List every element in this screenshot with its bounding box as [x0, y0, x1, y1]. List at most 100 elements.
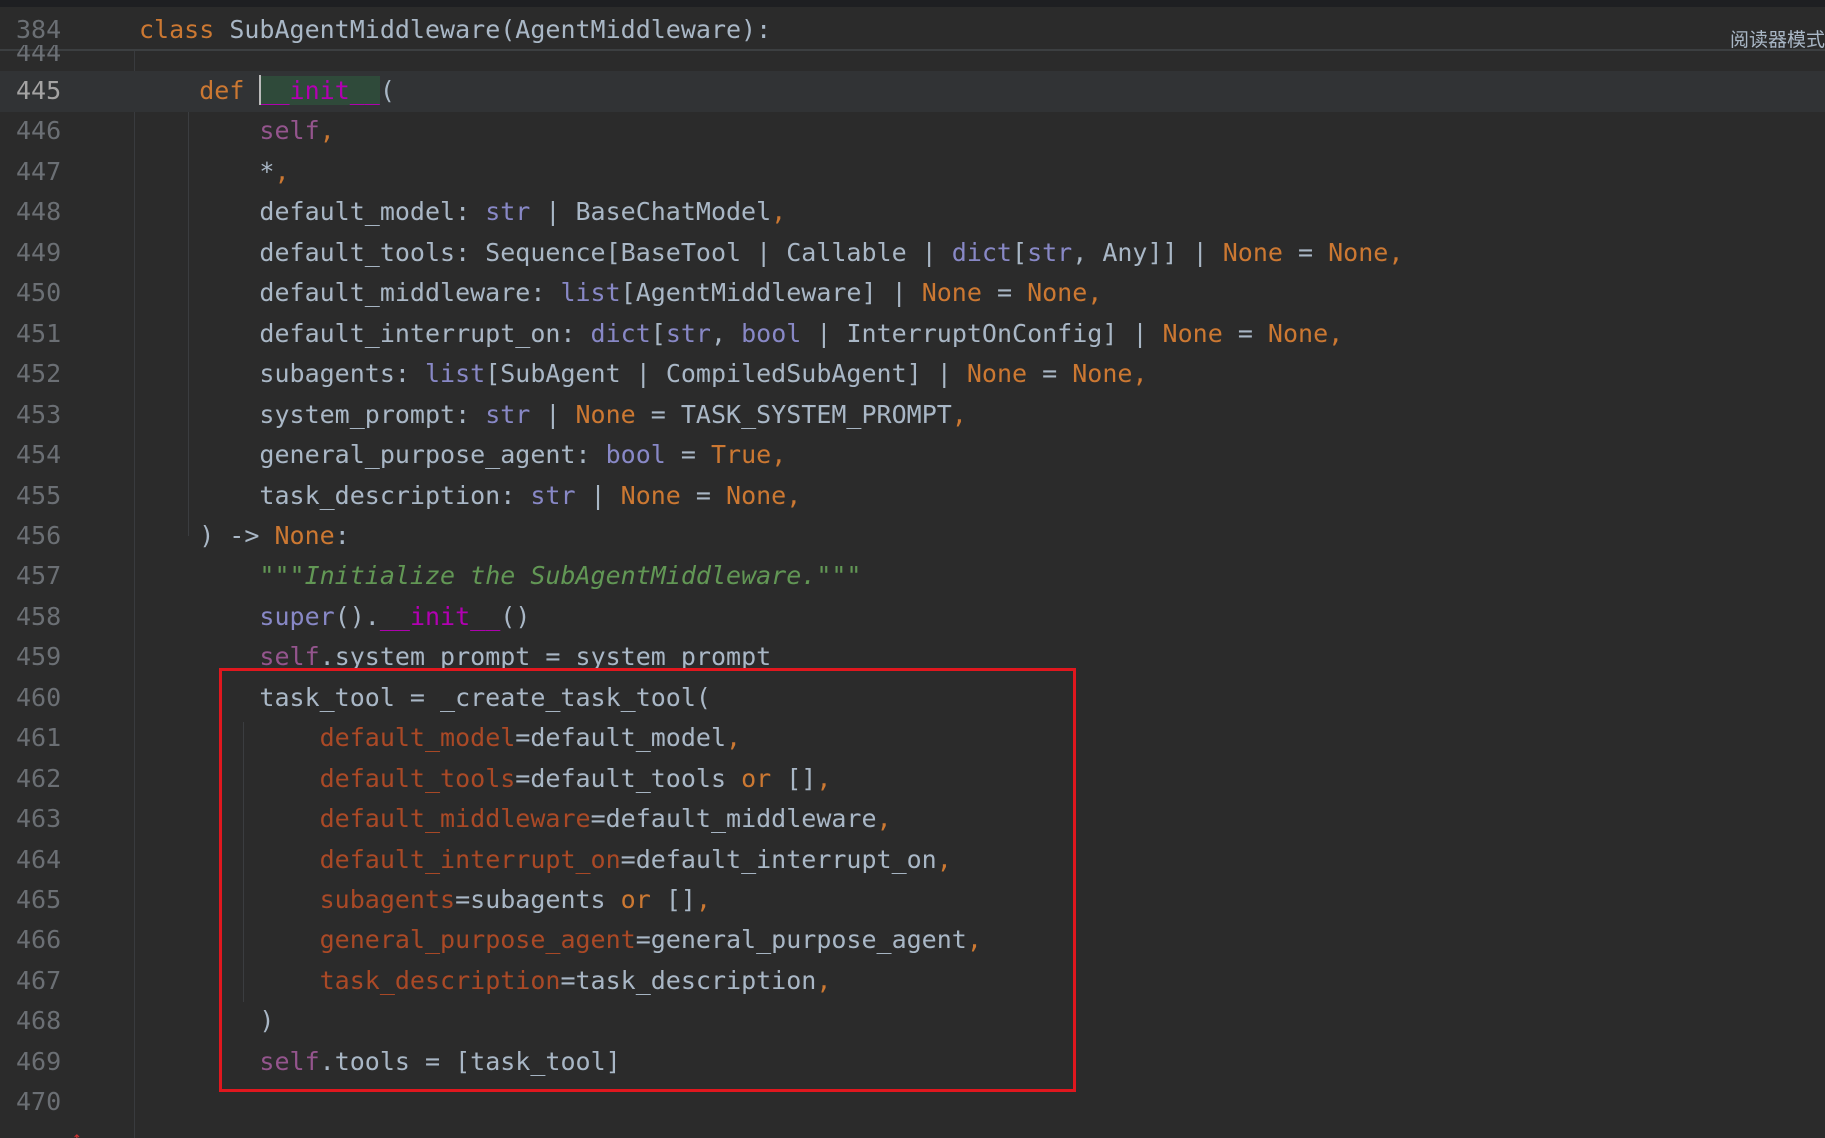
code-line[interactable]: 466 general_purpose_agent=general_purpos…: [0, 920, 1825, 961]
line-code[interactable]: subagents=subagents or [],: [139, 880, 711, 921]
code-token: dict: [590, 318, 651, 348]
code-line[interactable]: 446 self,: [0, 111, 1825, 152]
line-code[interactable]: general_purpose_agent=general_purpose_ag…: [139, 920, 982, 961]
code-line[interactable]: 451 default_interrupt_on: dict[str, bool…: [0, 314, 1825, 355]
code-line[interactable]: 470: [0, 1082, 1825, 1123]
code-token: []: [650, 885, 696, 914]
code-line[interactable]: 447 *,: [0, 152, 1825, 193]
line-code[interactable]: default_tools=default_tools or [],: [139, 759, 832, 800]
code-line[interactable]: 465 subagents=subagents or [],: [0, 880, 1825, 921]
code-token: ,: [726, 723, 742, 753]
code-token: ,: [816, 763, 832, 793]
code-line[interactable]: 458 super().__init__(): [0, 597, 1825, 638]
line-code[interactable]: task_description: str | None = None,: [139, 476, 801, 517]
line-number[interactable]: 469: [16, 1042, 76, 1083]
line-number[interactable]: 454: [16, 435, 76, 476]
code-line[interactable]: 463 default_middleware=default_middlewar…: [0, 799, 1825, 840]
code-token: True: [710, 440, 772, 470]
line-code[interactable]: """Initialize the SubAgentMiddleware.""": [139, 556, 861, 597]
code-line[interactable]: 454 general_purpose_agent: bool = True,: [0, 435, 1825, 476]
line-code[interactable]: *,: [139, 152, 289, 193]
code-line[interactable]: 450 default_middleware: list[AgentMiddle…: [0, 273, 1825, 314]
line-number[interactable]: 466: [16, 920, 76, 961]
text-caret: [259, 75, 262, 105]
line-code[interactable]: default_interrupt_on: dict[str, bool | I…: [139, 314, 1343, 355]
line-code[interactable]: general_purpose_agent: bool = True,: [139, 435, 786, 476]
line-number[interactable]: 445: [16, 71, 76, 112]
code-line[interactable]: 448 default_model: str | BaseChatModel,: [0, 192, 1825, 233]
code-line[interactable]: 462 default_tools=default_tools or [],: [0, 759, 1825, 800]
code-token: =: [1027, 359, 1073, 389]
line-number[interactable]: 461: [16, 718, 76, 759]
line-number[interactable]: 465: [16, 880, 76, 921]
line-code[interactable]: default_model=default_model,: [139, 718, 741, 759]
code-line[interactable]: 455 task_description: str | None = None,: [0, 476, 1825, 517]
line-code[interactable]: task_description=task_description,: [139, 961, 832, 1002]
line-code[interactable]: def __init__(: [139, 71, 395, 112]
line-code[interactable]: default_middleware=default_middleware,: [139, 799, 892, 840]
code-line[interactable]: 461 default_model=default_model,: [0, 718, 1825, 759]
line-number[interactable]: 458: [16, 597, 76, 638]
line-number[interactable]: 453: [16, 395, 76, 436]
code-token: ,: [786, 480, 802, 510]
sticky-class-declaration[interactable]: class SubAgentMiddleware(AgentMiddleware…: [139, 15, 771, 44]
code-token: """Initialize the SubAgentMiddleware.""": [259, 561, 862, 591]
line-number[interactable]: 447: [16, 152, 76, 193]
line-number[interactable]: 468: [16, 1001, 76, 1042]
line-number[interactable]: 450: [16, 273, 76, 314]
line-number[interactable]: 457: [16, 556, 76, 597]
code-token: ,: [771, 197, 787, 227]
line-code[interactable]: default_interrupt_on=default_interrupt_o…: [139, 840, 952, 881]
line-number[interactable]: 449: [16, 233, 76, 274]
sticky-scope-header[interactable]: 384 class SubAgentMiddleware(AgentMiddle…: [0, 7, 1825, 51]
gutter-override-icon[interactable]: ↑: [72, 1128, 82, 1138]
line-number[interactable]: 456: [16, 516, 76, 557]
code-line[interactable]: 468 ): [0, 1001, 1825, 1042]
line-code[interactable]: self,: [139, 111, 334, 152]
line-number[interactable]: 448: [16, 192, 76, 233]
line-code[interactable]: default_middleware: list[AgentMiddleware…: [139, 273, 1102, 314]
code-line[interactable]: 469 self.tools = [task_tool]: [0, 1042, 1825, 1083]
code-line[interactable]: 452 subagents: list[SubAgent | CompiledS…: [0, 354, 1825, 395]
line-code[interactable]: ) -> None:: [139, 516, 350, 557]
code-editor[interactable]: 384 class SubAgentMiddleware(AgentMiddle…: [0, 0, 1825, 1138]
line-number[interactable]: 463: [16, 799, 76, 840]
code-token: =task_description: [560, 965, 817, 995]
code-token: dict: [951, 237, 1012, 267]
line-number[interactable]: 452: [16, 354, 76, 395]
code-line[interactable]: 467 task_description=task_description,: [0, 961, 1825, 1002]
line-number[interactable]: 467: [16, 961, 76, 1002]
code-line[interactable]: 460 task_tool = _create_task_tool(: [0, 678, 1825, 719]
code-line[interactable]: 457 """Initialize the SubAgentMiddleware…: [0, 556, 1825, 597]
line-number[interactable]: 455: [16, 476, 76, 517]
line-code[interactable]: ): [139, 1001, 274, 1042]
reader-mode-button[interactable]: 阅读器模式: [1730, 25, 1825, 52]
line-number[interactable]: 459: [16, 637, 76, 678]
line-number[interactable]: 462: [16, 759, 76, 800]
line-number[interactable]: 464: [16, 840, 76, 881]
line-code[interactable]: self.system_prompt = system_prompt: [139, 637, 771, 678]
line-code[interactable]: system_prompt: str | None = TASK_SYSTEM_…: [139, 395, 966, 436]
line-code[interactable]: super().__init__(): [139, 597, 530, 638]
code-line[interactable]: 459 self.system_prompt = system_prompt: [0, 637, 1825, 678]
code-line[interactable]: 453 system_prompt: str | None = TASK_SYS…: [0, 395, 1825, 436]
code-line[interactable]: 456 ) -> None:: [0, 516, 1825, 557]
line-number[interactable]: 460: [16, 678, 76, 719]
code-line[interactable]: 464 default_interrupt_on=default_interru…: [0, 840, 1825, 881]
line-number[interactable]: 470: [16, 1082, 76, 1123]
code-line[interactable]: 445 def __init__(: [0, 71, 1825, 112]
line-code[interactable]: self.tools = [task_tool]: [139, 1042, 620, 1083]
code-token: =: [1282, 237, 1329, 267]
line-code[interactable]: default_model: str | BaseChatModel,: [139, 192, 786, 233]
line-code[interactable]: task_tool = _create_task_tool(: [139, 678, 711, 719]
line-code[interactable]: subagents: list[SubAgent | CompiledSubAg…: [139, 354, 1147, 395]
code-line[interactable]: 449 default_tools: Sequence[BaseTool | C…: [0, 233, 1825, 274]
line-code[interactable]: default_tools: Sequence[BaseTool | Calla…: [139, 233, 1403, 274]
code-token: [SubAgent | CompiledSubAgent] |: [485, 359, 967, 389]
line-number[interactable]: 451: [16, 314, 76, 355]
code-token: , Any]] |: [1072, 237, 1223, 267]
code-token: =general_purpose_agent: [635, 925, 967, 955]
line-number[interactable]: 446: [16, 111, 76, 152]
